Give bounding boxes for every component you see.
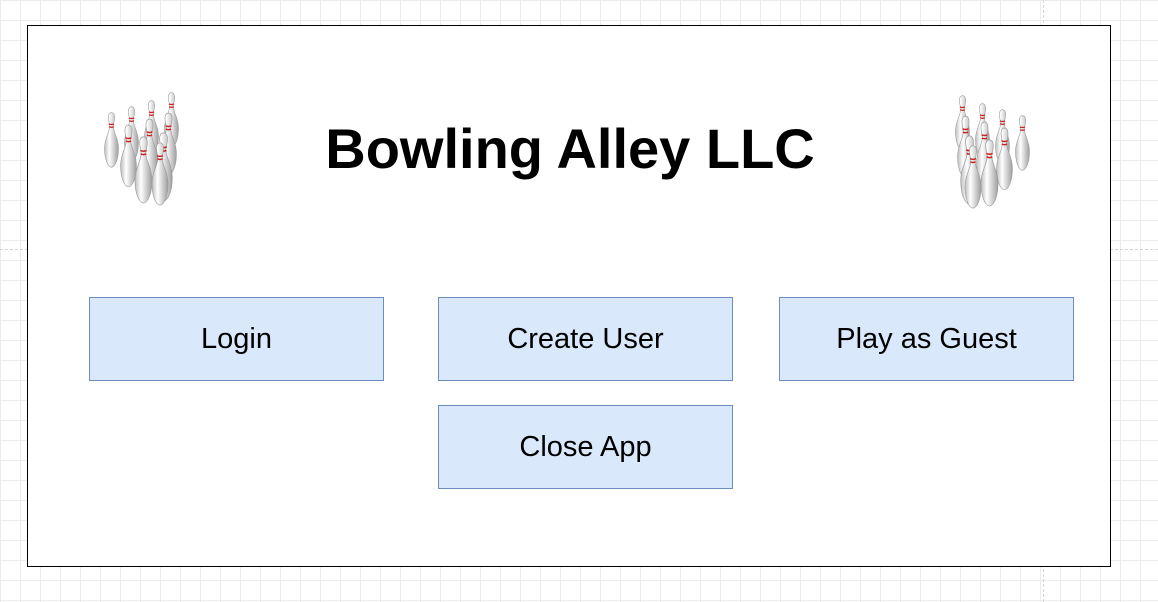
close-app-button[interactable]: Close App — [438, 405, 733, 489]
create-user-button[interactable]: Create User — [438, 297, 733, 381]
app-title: Bowling Alley LLC — [325, 117, 815, 180]
play-as-guest-button[interactable]: Play as Guest — [779, 297, 1074, 381]
login-button[interactable]: Login — [89, 297, 384, 381]
